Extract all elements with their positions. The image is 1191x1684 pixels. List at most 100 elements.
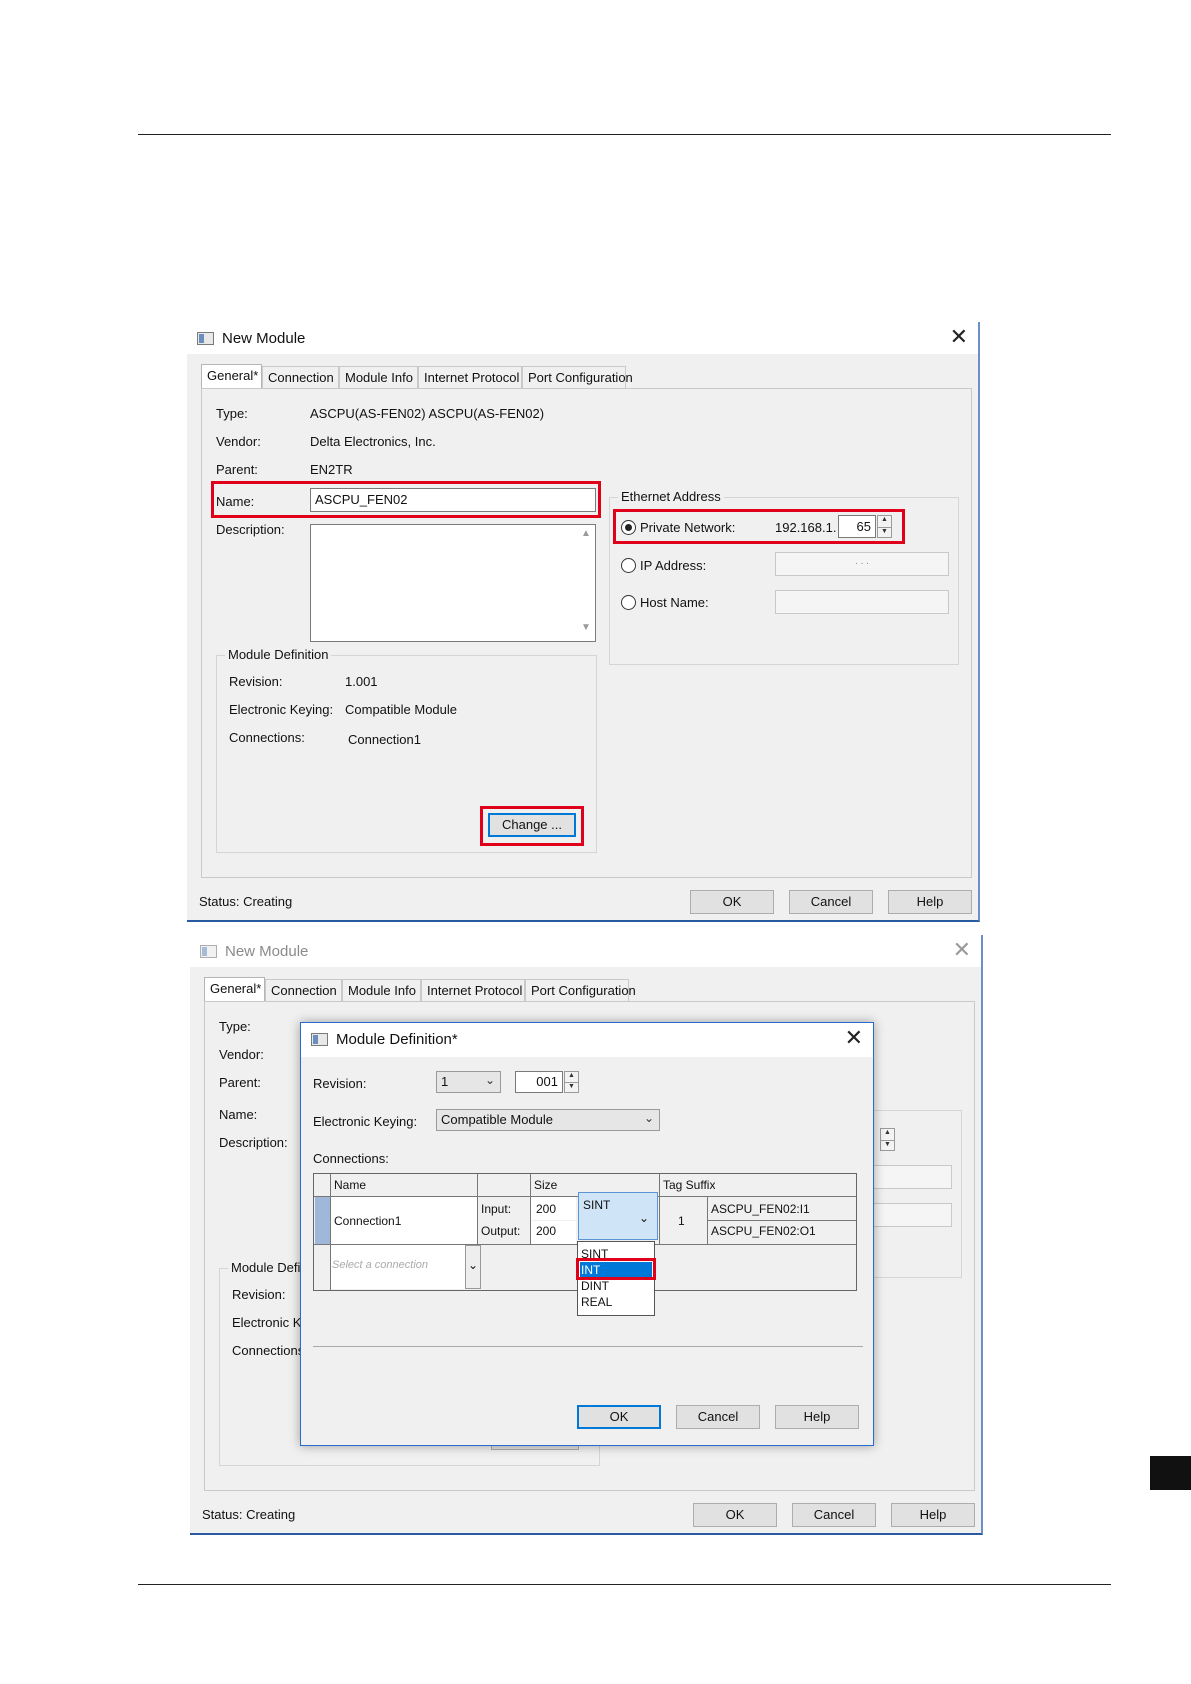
description-label: Description: bbox=[219, 1135, 288, 1150]
cancel-button[interactable]: Cancel bbox=[676, 1405, 760, 1429]
input-size: 200 bbox=[536, 1202, 557, 1216]
window-titlebar: New Module ✕ bbox=[187, 322, 978, 354]
tab-module-info[interactable]: Module Info bbox=[339, 366, 418, 388]
header-tag-suffix: Tag Suffix bbox=[663, 1178, 716, 1192]
module-definition-title: Module Defi bbox=[228, 1260, 304, 1275]
description-scrollbar[interactable]: ▲ ▼ bbox=[578, 526, 594, 640]
window-title: New Module bbox=[225, 943, 309, 960]
window-titlebar: New Module ✕ bbox=[190, 935, 981, 967]
tab-connection[interactable]: Connection bbox=[262, 366, 339, 388]
ip-address-radio[interactable] bbox=[621, 558, 636, 573]
chevron-down-icon: ⌄ bbox=[484, 1073, 495, 1087]
select-connection-combo[interactable]: Select a connection bbox=[331, 1245, 465, 1289]
close-icon[interactable]: ✕ bbox=[950, 325, 968, 350]
connections-label: Connections bbox=[232, 1343, 305, 1358]
help-button[interactable]: Help bbox=[891, 1503, 975, 1527]
host-name-input[interactable] bbox=[775, 590, 949, 614]
tab-module-info[interactable]: Module Info bbox=[342, 979, 421, 1001]
electronic-keying-label: Electronic Keying: bbox=[313, 1114, 418, 1129]
ip-address-input[interactable]: . . . bbox=[775, 552, 949, 576]
data-type-dropdown-list[interactable]: SINT INT DINT REAL bbox=[577, 1241, 655, 1316]
module-definition-dialog: Module Definition* ✕ Revision: 1 ⌄ 001 ▲… bbox=[300, 1022, 874, 1446]
tab-internet-protocol[interactable]: Internet Protocol bbox=[418, 366, 522, 388]
host-name-radio[interactable] bbox=[621, 595, 636, 610]
input-label: Input: bbox=[481, 1202, 512, 1216]
window-title: New Module bbox=[222, 330, 306, 347]
page-footer-rule bbox=[138, 1584, 1111, 1585]
type-label: Type: bbox=[219, 1019, 251, 1034]
scroll-up-icon[interactable]: ▲ bbox=[578, 528, 594, 544]
electronic-keying-select[interactable]: Compatible Module ⌄ bbox=[436, 1109, 660, 1131]
vendor-label: Vendor: bbox=[219, 1047, 264, 1062]
close-icon[interactable]: ✕ bbox=[953, 938, 971, 963]
description-label: Description: bbox=[216, 522, 285, 537]
change-button[interactable]: Change ... bbox=[488, 813, 576, 837]
cancel-button[interactable]: Cancel bbox=[792, 1503, 876, 1527]
row-selector[interactable] bbox=[315, 1197, 330, 1244]
dialog-titlebar: Module Definition* ✕ bbox=[301, 1023, 873, 1057]
select-connection-placeholder: Select a connection bbox=[332, 1259, 429, 1271]
host-name-label: Host Name: bbox=[640, 595, 709, 610]
description-textarea[interactable]: ▲ ▼ bbox=[310, 524, 596, 642]
tab-internet-protocol[interactable]: Internet Protocol bbox=[421, 979, 525, 1001]
tab-port-configuration[interactable]: Port Configuration bbox=[522, 366, 633, 388]
revision-minor-stepper[interactable]: ▲ ▼ bbox=[564, 1071, 579, 1093]
grid-divider bbox=[659, 1174, 660, 1244]
scroll-down-icon[interactable]: ▼ bbox=[578, 622, 594, 638]
name-input[interactable]: ASCPU_FEN02 bbox=[310, 488, 596, 512]
ip-octet-stepper[interactable]: ▲ ▼ bbox=[877, 515, 892, 538]
ip-prefix: 192.168.1. bbox=[775, 520, 837, 535]
close-icon[interactable]: ✕ bbox=[845, 1026, 863, 1051]
revision-minor-input[interactable]: 001 bbox=[515, 1071, 563, 1093]
tab-general[interactable]: General* bbox=[201, 364, 262, 389]
status-text: Status: Creating bbox=[199, 894, 293, 909]
tab-general[interactable]: General* bbox=[204, 977, 265, 1002]
connections-label: Connections: bbox=[229, 730, 305, 745]
cancel-button[interactable]: Cancel bbox=[789, 890, 873, 914]
output-size: 200 bbox=[536, 1224, 557, 1238]
status-text: Status: Creating bbox=[202, 1507, 296, 1522]
window-app-icon bbox=[197, 332, 214, 345]
ethernet-address-group: Ethernet Address Private Network: 192.16… bbox=[609, 489, 959, 665]
output-label: Output: bbox=[481, 1224, 521, 1238]
connections-value: Connection1 bbox=[348, 732, 421, 747]
chevron-down-icon: ⌄ bbox=[643, 1111, 654, 1125]
ok-button[interactable]: OK bbox=[690, 890, 774, 914]
general-tab-panel: Type: ASCPU(AS-FEN02) ASCPU(AS-FEN02) Ve… bbox=[201, 388, 972, 878]
revision-major-select[interactable]: 1 ⌄ bbox=[436, 1071, 501, 1093]
private-network-radio[interactable] bbox=[621, 520, 636, 535]
window-app-icon bbox=[200, 945, 217, 958]
ip-address-label: IP Address: bbox=[640, 558, 707, 573]
tab-connection[interactable]: Connection bbox=[265, 979, 342, 1001]
option-sint[interactable]: SINT bbox=[580, 1246, 652, 1262]
header-name: Name bbox=[334, 1178, 367, 1192]
ok-button[interactable]: OK bbox=[577, 1405, 661, 1429]
help-button[interactable]: Help bbox=[775, 1405, 859, 1429]
option-real[interactable]: REAL bbox=[580, 1294, 652, 1310]
dialog-separator bbox=[313, 1346, 863, 1347]
dialog-title: Module Definition* bbox=[336, 1031, 458, 1048]
name-label: Name: bbox=[216, 494, 255, 509]
parent-label: Parent: bbox=[216, 462, 258, 477]
revision-label: Revision: bbox=[229, 674, 283, 689]
electronic-keying-label: Electronic Keying: bbox=[229, 702, 334, 717]
connections-label: Connections: bbox=[313, 1151, 389, 1166]
data-type-select[interactable]: SINT ⌄ bbox=[578, 1192, 658, 1240]
select-connection-dropdown-button[interactable]: ⌄ bbox=[465, 1245, 481, 1289]
tab-port-configuration[interactable]: Port Configuration bbox=[525, 979, 636, 1001]
ok-button[interactable]: OK bbox=[693, 1503, 777, 1527]
ip-last-octet-input[interactable]: 65 bbox=[838, 515, 876, 538]
ethernet-address-title: Ethernet Address bbox=[618, 489, 724, 504]
module-definition-title: Module Definition bbox=[225, 647, 332, 662]
parent-label: Parent: bbox=[219, 1075, 261, 1090]
ip-octet-stepper[interactable]: ▲ ▼ bbox=[880, 1128, 895, 1151]
electronic-keying-label: Electronic K bbox=[232, 1315, 302, 1330]
option-dint[interactable]: DINT bbox=[580, 1278, 652, 1294]
electronic-keying-value: Compatible Module bbox=[345, 702, 458, 717]
revision-major-value: 1 bbox=[441, 1074, 449, 1089]
help-button[interactable]: Help bbox=[888, 890, 972, 914]
option-int[interactable]: INT bbox=[580, 1262, 652, 1278]
grid-divider bbox=[707, 1220, 856, 1221]
header-size: Size bbox=[534, 1178, 558, 1192]
revision-label: Revision: bbox=[232, 1287, 286, 1302]
